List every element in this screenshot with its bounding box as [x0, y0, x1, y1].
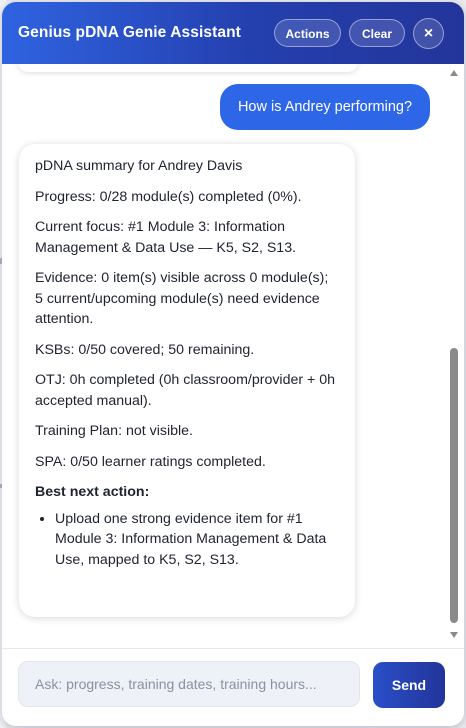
- message-composer: Send: [2, 648, 464, 726]
- close-icon: ×: [423, 25, 434, 42]
- scroll-up-arrow-icon[interactable]: [450, 70, 458, 76]
- previous-message-bubble: [18, 64, 358, 72]
- ksbs-line: KSBs: 0/50 covered; 50 remaining.: [35, 341, 255, 358]
- chat-transcript[interactable]: How is Andrey performing? pDNA summary f…: [2, 64, 464, 648]
- chat-scrollbar[interactable]: [448, 66, 460, 644]
- assistant-widget: Genius pDNA Genie Assistant Actions Clea…: [2, 2, 464, 726]
- actions-button[interactable]: Actions: [274, 19, 341, 47]
- clear-button[interactable]: Clear: [349, 19, 405, 47]
- next-action-heading: Best next action:: [35, 484, 150, 500]
- assistant-message-bubble: pDNA summary for Andrey Davis Progress: …: [19, 144, 355, 617]
- summary-title: pDNA summary for Andrey Davis: [35, 158, 243, 174]
- scroll-down-arrow-icon[interactable]: [450, 632, 458, 638]
- progress-line: Progress: 0/28 module(s) completed (0%).: [35, 188, 302, 205]
- next-action-item: Upload one strong evidence item for #1 M…: [55, 509, 339, 571]
- scrollbar-thumb[interactable]: [450, 348, 458, 623]
- send-button[interactable]: Send: [373, 662, 445, 708]
- training-plan-line: Training Plan: not visible.: [35, 423, 193, 439]
- user-message-bubble: How is Andrey performing?: [220, 84, 430, 130]
- assistant-header: Genius pDNA Genie Assistant Actions Clea…: [2, 2, 464, 64]
- otj-line: OTJ: 0h completed (0h classroom/provider…: [35, 372, 336, 409]
- message-input[interactable]: [18, 661, 360, 707]
- next-action-list: Upload one strong evidence item for #1 M…: [35, 509, 339, 571]
- current-focus-line: Current focus: #1 Module 3: Information …: [35, 219, 297, 256]
- evidence-line: Evidence: 0 item(s) visible across 0 mod…: [35, 270, 329, 327]
- spa-line: SPA: 0/50 learner ratings completed.: [35, 453, 266, 470]
- close-button[interactable]: ×: [413, 18, 444, 49]
- assistant-title: Genius pDNA Genie Assistant: [18, 24, 241, 41]
